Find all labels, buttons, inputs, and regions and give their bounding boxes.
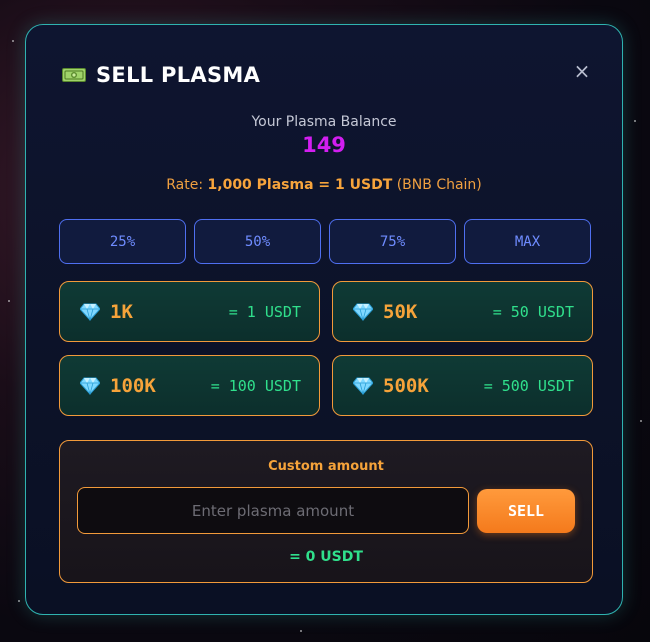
rate-info: Rate: 1,000 Plasma = 1 USDT (BNB Chain) [26,177,622,193]
package-amount: 100K [110,374,156,397]
balance-label: Your Plasma Balance [251,114,397,130]
sell-plasma-modal: SELL PLASMA × Your Plasma Balance 149 Ra… [25,24,623,615]
rate-prefix: Rate: [166,177,208,193]
gem-icon [80,377,100,395]
close-icon[interactable]: × [572,61,592,81]
rate-chain: (BNB Chain) [396,177,482,193]
modal-title: SELL PLASMA [96,63,261,87]
package-amount: 50K [383,300,418,323]
package-left: 50K [353,301,417,323]
gem-icon [353,303,373,321]
percent-75-button[interactable]: 75% [329,219,456,264]
package-amount: 500K [383,374,429,397]
package-option[interactable]: 1K = 1 USDT [59,281,320,342]
package-option[interactable]: 500K = 500 USDT [332,355,593,416]
custom-amount-panel: Custom amount SELL = 0 USDT [59,440,593,583]
background-star [300,630,302,632]
percent-buttons: 25% 50% 75% MAX [59,219,591,264]
background-star [8,300,10,302]
package-usdt: = 500 USDT [483,376,574,395]
gem-icon [80,303,100,321]
package-amount: 1K [110,300,133,323]
balance-value: 149 [302,133,346,157]
package-option[interactable]: 100K = 100 USDT [59,355,320,416]
percent-50-button[interactable]: 50% [194,219,321,264]
background-star [634,120,636,122]
background-star [640,420,642,422]
package-left: 1K [80,301,133,323]
gem-icon [353,377,373,395]
package-option[interactable]: 50K = 50 USDT [332,281,593,342]
custom-amount-label: Custom amount [268,459,384,474]
rate-value: 1,000 Plasma = 1 USDT [207,177,393,193]
plasma-amount-input[interactable] [77,487,469,534]
sell-button[interactable]: SELL [477,489,575,533]
background-star [12,40,14,42]
package-usdt: = 100 USDT [210,376,301,395]
percent-25-button[interactable]: 25% [59,219,186,264]
modal-header: SELL PLASMA [62,63,260,87]
package-grid: 1K = 1 USDT 50K = 50 USDT 100K = 100 USD… [59,281,593,416]
package-usdt: = 1 USDT [228,302,301,321]
percent-max-button[interactable]: MAX [464,219,591,264]
package-left: 100K [80,375,156,397]
package-left: 500K [353,375,429,397]
usdt-result: = 0 USDT [289,549,363,565]
background-star [18,600,20,602]
money-icon [62,68,86,82]
package-usdt: = 50 USDT [492,302,574,321]
